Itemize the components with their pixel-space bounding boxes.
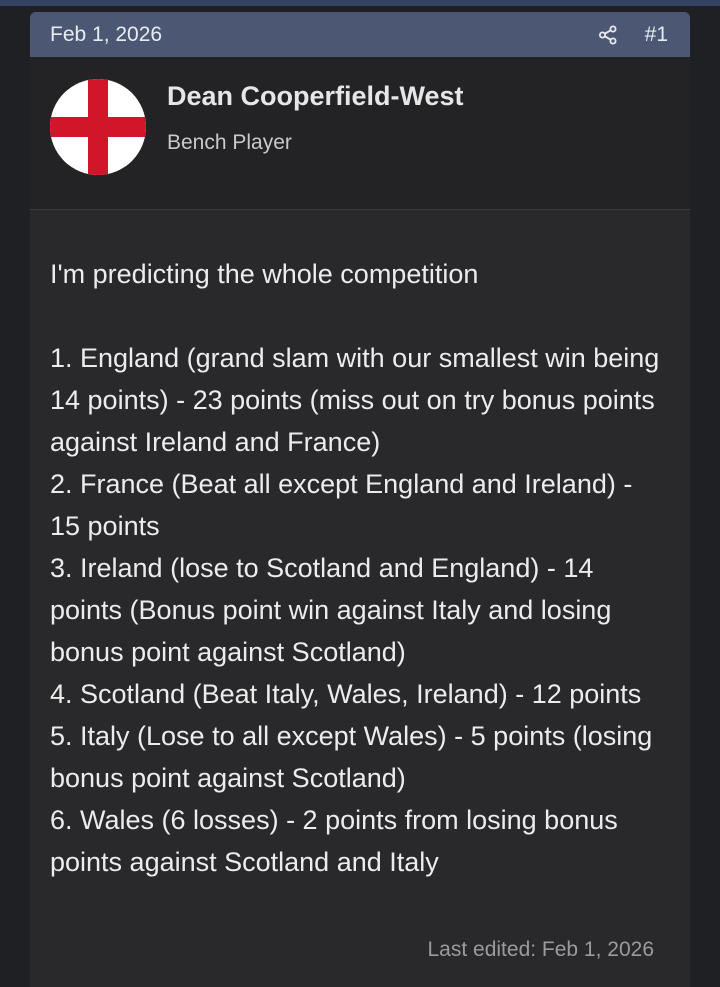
post-number-link[interactable]: #1 <box>645 23 668 47</box>
prediction-line: 1. England (grand slam with our smallest… <box>50 343 660 457</box>
post-body: I'm predicting the whole competition 1. … <box>50 253 660 883</box>
last-edited: Last edited: Feb 1, 2026 <box>427 938 655 961</box>
forum-post: Feb 1, 2026 #1 Dean Cooperfield-West Ben… <box>30 12 690 987</box>
post-date[interactable]: Feb 1, 2026 <box>50 23 162 47</box>
top-accent-bar <box>0 0 720 6</box>
flag-cross-horizontal <box>50 117 146 137</box>
post-header: Feb 1, 2026 #1 <box>30 12 690 57</box>
username[interactable]: Dean Cooperfield-West <box>167 81 464 112</box>
prediction-line: 4. Scotland (Beat Italy, Wales, Ireland)… <box>50 679 642 709</box>
post-intro: I'm predicting the whole competition <box>50 259 479 289</box>
share-icon[interactable] <box>597 24 619 46</box>
user-title: Bench Player <box>167 131 292 154</box>
prediction-line: 3. Ireland (lose to Scotland and England… <box>50 553 612 667</box>
user-info: Dean Cooperfield-West <box>30 57 690 210</box>
prediction-line: 6. Wales (6 losses) - 2 points from losi… <box>50 805 618 877</box>
prediction-line: 2. France (Beat all except England and I… <box>50 469 633 541</box>
prediction-line: 5. Italy (Lose to all except Wales) - 5 … <box>50 721 653 793</box>
avatar[interactable] <box>50 79 146 175</box>
